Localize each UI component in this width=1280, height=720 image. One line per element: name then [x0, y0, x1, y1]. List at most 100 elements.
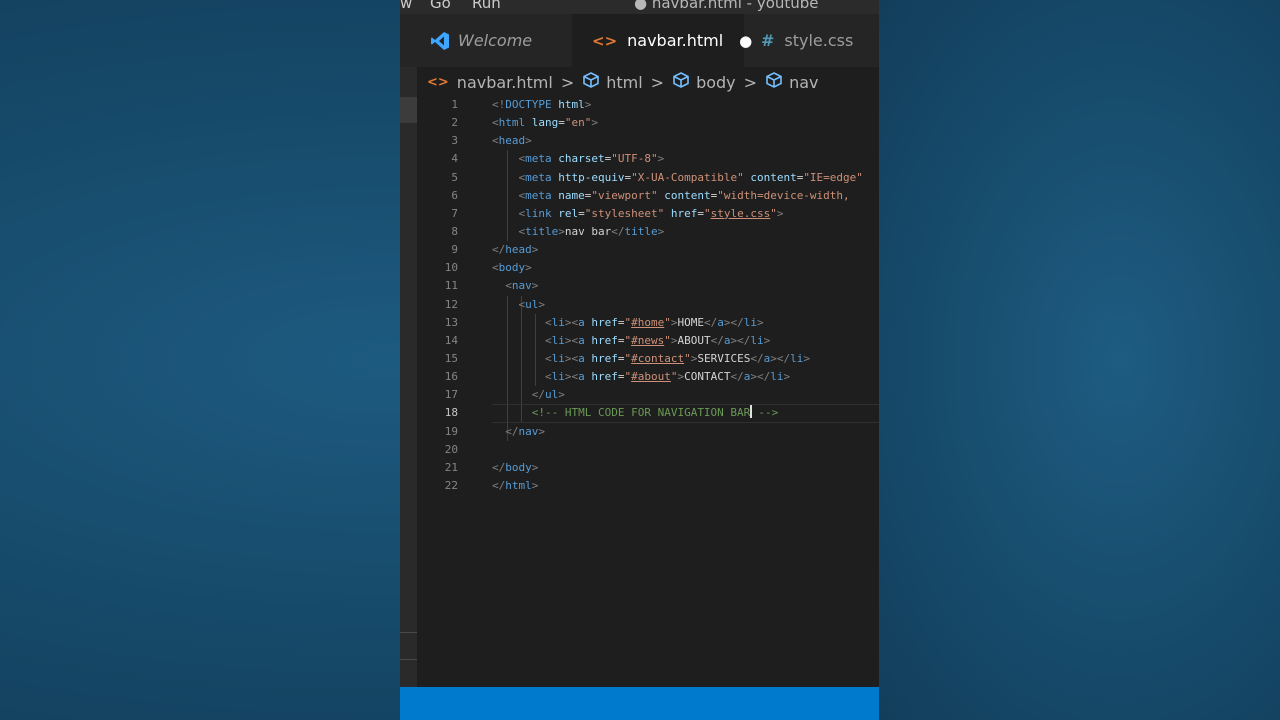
code-text: <meta http-equiv="X-UA-Compatible" conte…	[492, 169, 863, 187]
code-token: "en"	[564, 116, 592, 130]
code-token: >	[525, 261, 532, 275]
code-token: html	[558, 98, 585, 111]
menu-more-icon[interactable]: ···	[526, 0, 543, 8]
code-token: html	[505, 478, 532, 492]
code-line[interactable]: 19 </nav>	[417, 422, 879, 441]
code-token: href	[670, 206, 698, 220]
tab-label: Welcome	[458, 31, 533, 50]
code-token: ><	[564, 351, 579, 365]
code-token: ABOUT	[677, 333, 711, 347]
code-token: <	[544, 351, 552, 365]
menu-go[interactable]: Go	[430, 0, 451, 12]
code-line[interactable]: 14 <li><a href="#news">ABOUT</a></li>	[417, 331, 879, 350]
line-number: 14	[444, 333, 458, 347]
line-number: 1	[451, 98, 458, 111]
code-token: a	[578, 333, 585, 347]
tab-welcome[interactable]: Welcome	[400, 14, 572, 67]
breadcrumb-item-file[interactable]: navbar.html	[457, 73, 553, 92]
menu-view[interactable]: w	[400, 0, 412, 12]
code-token: =	[697, 206, 704, 220]
tab-style-css[interactable]: # style.css	[744, 14, 879, 67]
code-line[interactable]: 5 <meta http-equiv="X-UA-Compatible" con…	[417, 168, 879, 187]
code-token: <	[492, 261, 499, 275]
code-line[interactable]: 3 <head>	[417, 132, 879, 150]
line-number: 2	[451, 116, 458, 130]
code-line[interactable]: 21 </body>	[417, 459, 879, 477]
code-token: nav	[518, 424, 539, 438]
code-token: "	[684, 351, 691, 365]
breadcrumb-item-html[interactable]: html	[606, 73, 642, 92]
code-token: <!-- HTML CODE FOR NAVIGATION BAR	[531, 406, 751, 420]
code-text: <ul>	[492, 296, 546, 314]
code-line[interactable]: 11 <nav>	[417, 277, 879, 295]
code-token: </	[492, 478, 506, 492]
breadcrumb-item-nav[interactable]: nav	[789, 73, 818, 92]
line-number: 16	[444, 370, 458, 384]
code-token: li	[551, 333, 565, 347]
code-token: >	[763, 333, 771, 347]
code-token: </	[750, 351, 764, 365]
code-line[interactable]: 20	[417, 441, 879, 459]
indent-guide	[521, 404, 522, 423]
code-token: <!	[492, 98, 506, 111]
code-line[interactable]: 17 </ul>	[417, 386, 879, 405]
code-line[interactable]: 8 <title>nav bar</title>	[417, 222, 879, 242]
code-token: meta	[525, 152, 552, 166]
chevron-right-icon: >	[743, 72, 758, 92]
code-token: </	[531, 388, 545, 402]
code-text: <meta charset="UTF-8">	[492, 150, 665, 168]
line-number: 5	[451, 170, 458, 184]
tab-navbar-html[interactable]: <> navbar.html ●	[572, 14, 752, 67]
code-line[interactable]: 7 <link rel="stylesheet" href="style.css…	[417, 204, 879, 223]
code-line[interactable]: 4 <meta charset="UTF-8">	[417, 150, 879, 169]
code-token: <	[505, 279, 512, 293]
code-token: >	[531, 460, 539, 474]
code-token: content	[664, 188, 711, 202]
code-text: <!DOCTYPE html>	[492, 96, 591, 114]
code-token: >	[776, 206, 784, 220]
code-token: "	[664, 333, 671, 347]
code-token: "IE=edge"	[803, 170, 863, 184]
code-token: ></	[770, 351, 791, 365]
menu-run[interactable]: Run	[472, 0, 501, 12]
code-line[interactable]: 9 </head>	[417, 241, 879, 259]
code-line[interactable]: 6 <meta name="viewport" content="width=d…	[417, 186, 879, 205]
line-number: 9	[451, 243, 458, 257]
code-token: >	[531, 478, 539, 492]
code-line[interactable]: 12 <ul>	[417, 295, 879, 314]
code-token: ><	[564, 333, 579, 347]
code-token: </	[703, 315, 718, 329]
code-token: head	[498, 134, 526, 148]
line-number: 4	[451, 152, 458, 166]
code-token: #about	[631, 370, 671, 384]
html-file-icon: <>	[427, 74, 449, 90]
code-line[interactable]: 18 <!-- HTML CODE FOR NAVIGATION BAR -->	[417, 404, 879, 423]
code-line[interactable]: 22 </html>	[417, 477, 879, 495]
code-line[interactable]: 15 <li><a href="#contact">SERVICES</a></…	[417, 349, 879, 369]
divider	[400, 659, 417, 660]
breadcrumb-item-body[interactable]: body	[696, 73, 736, 92]
line-number: 18	[444, 406, 458, 420]
line-number: 13	[444, 315, 458, 329]
line-number: 8	[451, 224, 458, 238]
code-editor[interactable]: 1 <!DOCTYPE html> 2 <html lang="en"> 3 <head>…	[417, 96, 879, 495]
cube-icon	[672, 72, 690, 92]
code-token: >	[538, 424, 545, 438]
code-token: rel	[558, 206, 579, 220]
code-token: nav	[511, 279, 532, 293]
code-text: <li><a href="#contact">SERVICES</a></li>	[492, 350, 810, 368]
code-token: >	[558, 388, 565, 402]
code-line[interactable]: 2 <html lang="en">	[417, 114, 879, 132]
code-line[interactable]: 1 <!DOCTYPE html>	[417, 96, 879, 114]
code-token: ul	[545, 388, 559, 402]
line-number: 10	[444, 261, 458, 275]
code-token: href	[591, 370, 618, 384]
code-line[interactable]: 10 <body>	[417, 259, 879, 277]
code-token: li	[750, 333, 764, 347]
indent-guide	[507, 404, 508, 423]
code-line[interactable]: 13 <li><a href="#home">HOME</a></li>	[417, 313, 879, 332]
code-line[interactable]: 16 <li><a href="#about">CONTACT</a></li>	[417, 368, 879, 387]
